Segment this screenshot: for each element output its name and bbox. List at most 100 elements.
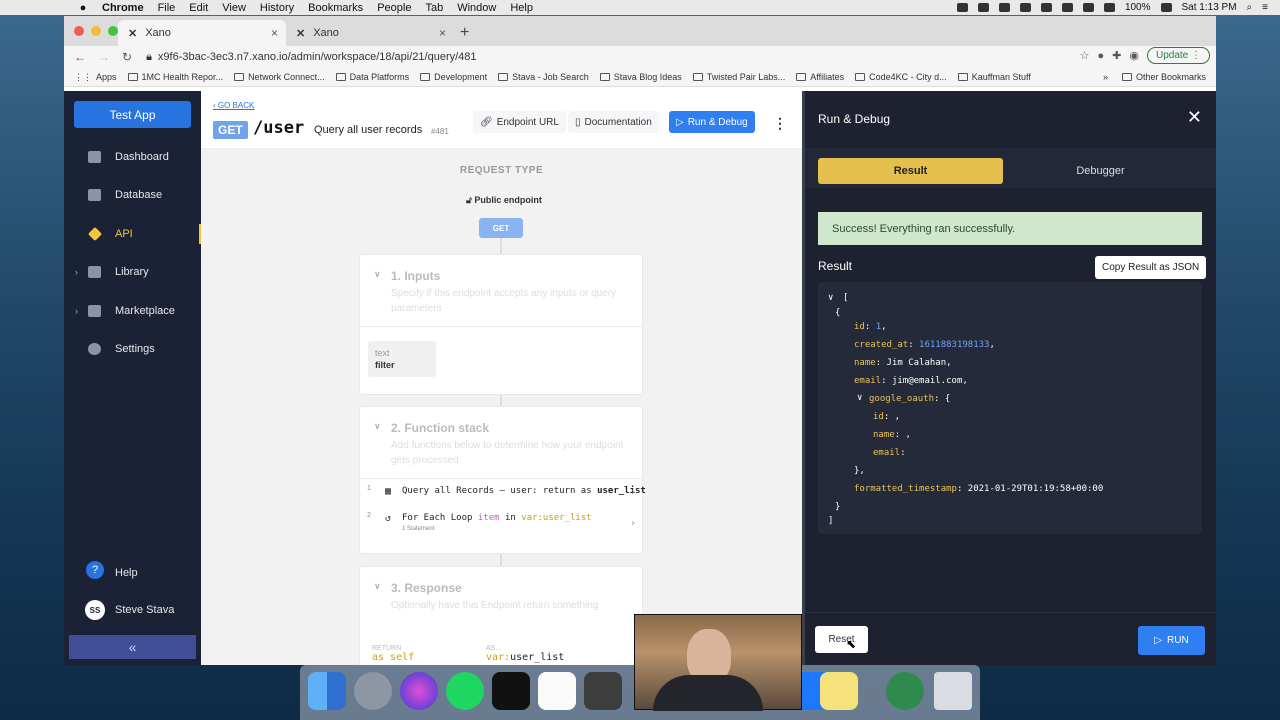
bookmark-item[interactable]: Data Platforms: [335, 72, 409, 82]
endpoint-url-button[interactable]: 🔗︎ Endpoint URL: [473, 111, 566, 133]
run-button[interactable]: ▷ RUN: [1138, 626, 1205, 655]
menu-view[interactable]: View: [222, 2, 246, 14]
documentation-button[interactable]: ▯ Documentation: [568, 111, 659, 133]
new-tab-icon[interactable]: +: [460, 24, 469, 42]
browser-tab-xano[interactable]: ✕ Xano ×: [286, 20, 454, 46]
sidebar-item-database[interactable]: Database: [64, 183, 201, 207]
menu-help[interactable]: Help: [510, 2, 533, 14]
forward-icon[interactable]: →: [98, 50, 110, 64]
chevron-right-icon[interactable]: ›: [630, 487, 636, 498]
sidebar-item-library[interactable]: › Library: [64, 260, 201, 284]
battery-percent[interactable]: 100%: [1125, 2, 1151, 13]
launchpad-icon[interactable]: [354, 672, 392, 710]
input-filter[interactable]: text filter: [368, 341, 436, 377]
back-icon[interactable]: ←: [74, 50, 86, 64]
function-stack-title[interactable]: 2. Function stack: [391, 421, 489, 435]
more-options-icon[interactable]: ⋮: [773, 115, 787, 132]
apple-icon[interactable]: ●: [76, 2, 90, 14]
star-icon[interactable]: ☆: [1080, 49, 1090, 62]
update-button[interactable]: Update ⋮: [1146, 47, 1210, 64]
browser-tab-xano-active[interactable]: ✕ Xano ×: [118, 20, 286, 46]
bookmark-item[interactable]: Twisted Pair Labs...: [692, 72, 785, 82]
sidebar-item-dashboard[interactable]: Dashboard: [64, 145, 201, 169]
chevron-down-icon[interactable]: ∨: [374, 269, 381, 280]
app-icon[interactable]: [886, 672, 924, 710]
result-json-viewer[interactable]: ∨ [ { id: 1, created_at: 1611883198133, …: [818, 282, 1202, 534]
chevron-down-icon[interactable]: ∨: [374, 421, 381, 432]
collapse-sidebar-button[interactable]: «: [69, 635, 196, 659]
spotlight-icon[interactable]: ⌕: [1247, 2, 1253, 13]
sidebar-item-help[interactable]: Help: [64, 561, 201, 585]
function-row[interactable]: 2 ↺ For Each Loop item in var:user_list …: [360, 508, 644, 542]
bookmarks-overflow-icon[interactable]: »: [1103, 72, 1108, 82]
bookmark-apps[interactable]: ⋮⋮ Apps: [74, 72, 117, 83]
go-back-link[interactable]: ‹ GO BACK: [213, 101, 254, 110]
status-icon[interactable]: [977, 3, 989, 12]
close-tab-icon[interactable]: ×: [271, 26, 278, 40]
trash-icon[interactable]: [934, 672, 972, 710]
tab-result[interactable]: Result: [818, 158, 1003, 184]
close-tab-icon[interactable]: ×: [439, 26, 446, 40]
status-icon[interactable]: [1040, 3, 1052, 12]
volume-icon[interactable]: [1103, 3, 1115, 12]
bookmark-item[interactable]: Code4KC - City d...: [855, 72, 947, 82]
chevron-down-icon[interactable]: ∨: [374, 581, 381, 592]
profile-icon[interactable]: ◉: [1129, 49, 1139, 62]
menu-tab[interactable]: Tab: [425, 2, 443, 14]
sidebar-user[interactable]: Steve Stava: [64, 598, 201, 622]
sidebar-item-marketplace[interactable]: › Marketplace: [64, 299, 201, 323]
public-endpoint-label[interactable]: 🔓︎ Public endpoint: [466, 195, 542, 206]
chevron-right-icon[interactable]: ›: [75, 306, 78, 316]
close-icon[interactable]: ✕: [1187, 107, 1202, 128]
wifi-icon[interactable]: [1082, 3, 1094, 12]
sidebar-item-settings[interactable]: Settings: [64, 337, 201, 361]
lock-icon[interactable]: 🔒︎: [146, 51, 152, 64]
close-window-button[interactable]: [74, 26, 84, 36]
minimize-window-button[interactable]: [91, 26, 101, 36]
status-icon[interactable]: [1019, 3, 1031, 12]
function-row[interactable]: 1 ▦ Query all Records – user: return as …: [360, 481, 646, 507]
chevron-right-icon[interactable]: ›: [75, 267, 78, 277]
menu-app-chrome[interactable]: Chrome: [102, 2, 144, 14]
reminders-icon[interactable]: [538, 672, 576, 710]
status-icon[interactable]: [998, 3, 1010, 12]
inputs-title[interactable]: 1. Inputs: [391, 269, 440, 283]
menu-people[interactable]: People: [377, 2, 411, 14]
menu-bookmarks[interactable]: Bookmarks: [308, 2, 363, 14]
stickies-icon[interactable]: [820, 672, 858, 710]
tab-debugger[interactable]: Debugger: [1008, 158, 1193, 184]
copy-result-json-button[interactable]: Copy Result as JSON: [1095, 256, 1207, 279]
url-field[interactable]: x9f6-3bac-3ec3.n7.xano.io/admin/workspac…: [158, 51, 477, 63]
bluetooth-icon[interactable]: [1061, 3, 1073, 12]
bookmark-item[interactable]: Development: [420, 72, 487, 82]
collapse-chevron-icon[interactable]: ∨: [828, 293, 833, 303]
reload-icon[interactable]: ↻: [122, 50, 132, 64]
reset-button[interactable]: Reset: [815, 626, 868, 653]
terminal-icon[interactable]: [492, 672, 530, 710]
finder-icon[interactable]: [308, 672, 346, 710]
menu-edit[interactable]: Edit: [189, 2, 208, 14]
bookmark-item[interactable]: 1MC Health Repor...: [127, 72, 223, 82]
app-switcher-button[interactable]: Test App: [74, 101, 191, 128]
maximize-window-button[interactable]: [108, 26, 118, 36]
sublime-text-icon[interactable]: [584, 672, 622, 710]
spotify-icon[interactable]: [446, 672, 484, 710]
siri-icon[interactable]: [400, 672, 438, 710]
method-node[interactable]: GET: [479, 218, 523, 238]
extension-icon[interactable]: ●: [1097, 50, 1104, 62]
status-icon[interactable]: [956, 3, 968, 12]
menu-file[interactable]: File: [158, 2, 176, 14]
bookmark-item[interactable]: Affiliates: [796, 72, 844, 82]
menu-history[interactable]: History: [260, 2, 294, 14]
bookmark-item[interactable]: Stava Blog Ideas: [599, 72, 682, 82]
control-center-icon[interactable]: ≡: [1262, 2, 1268, 13]
collapse-chevron-icon[interactable]: ∨: [857, 393, 862, 403]
bookmark-item[interactable]: Network Connect...: [234, 72, 325, 82]
battery-icon[interactable]: [1160, 3, 1172, 12]
sidebar-item-api[interactable]: API: [64, 222, 201, 246]
run-debug-button[interactable]: ▷ Run & Debug: [669, 111, 755, 133]
menubar-clock[interactable]: Sat 1:13 PM: [1182, 2, 1237, 13]
chevron-right-icon[interactable]: ›: [630, 518, 636, 529]
other-bookmarks[interactable]: Other Bookmarks: [1121, 72, 1206, 82]
bookmark-item[interactable]: Kauffman Stuff: [957, 72, 1031, 82]
